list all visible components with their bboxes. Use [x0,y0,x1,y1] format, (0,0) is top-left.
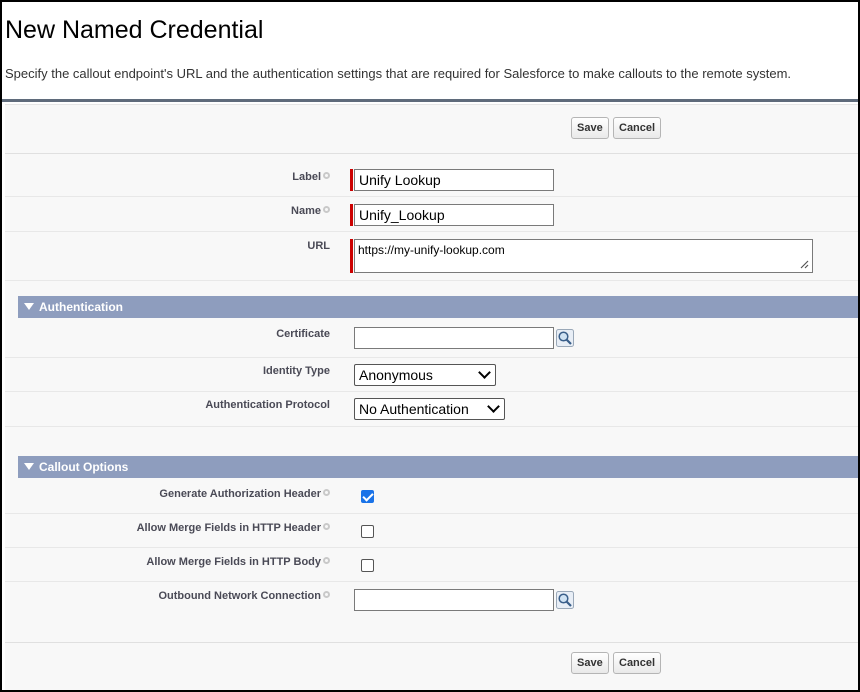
identity-type-value: Anonymous [359,367,433,383]
label-row: Label [5,161,858,197]
merge-header-row: Allow Merge Fields in HTTP Header [5,514,858,548]
name-field-label-text: Name [291,205,321,217]
url-field-label: URL [307,240,330,252]
lookup-magnifier-icon[interactable] [556,329,574,347]
merge-header-label: Allow Merge Fields in HTTP Header [137,522,330,534]
name-row: Name [5,197,858,232]
header-divider [2,99,858,102]
merge-header-label-text: Allow Merge Fields in HTTP Header [136,522,321,534]
callout-options-section-title: Callout Options [39,460,129,474]
outbound-input[interactable] [354,589,554,611]
label-field-label: Label [292,171,330,183]
auth-protocol-value: No Authentication [359,401,469,417]
gen-auth-header-checkbox[interactable] [361,490,374,503]
cancel-button-top[interactable]: Cancel [613,117,662,139]
save-button-bottom[interactable]: Save [571,652,609,674]
authentication-section-title: Authentication [39,300,123,314]
gen-auth-header-row: Generate Authorization Header [5,479,858,514]
page-description: Specify the callout endpoint's URL and t… [5,66,792,81]
triangle-down-icon [24,463,34,470]
gen-auth-header-label: Generate Authorization Header [159,488,330,500]
merge-body-label: Allow Merge Fields in HTTP Body [146,556,330,568]
edit-panel: Save Cancel Label Name URL https://my-un… [5,104,858,690]
certificate-row: Certificate [5,319,858,358]
identity-type-row: Identity Type Anonymous [5,358,858,392]
triangle-down-icon [24,303,34,310]
identity-type-field-label: Identity Type [262,365,330,377]
url-value: https://my-unify-lookup.com [358,243,505,257]
merge-body-label-text: Allow Merge Fields in HTTP Body [146,556,321,568]
page-frame: New Named Credential Specify the callout… [0,0,860,692]
top-button-row: Save Cancel [5,105,858,154]
cancel-button-bottom[interactable]: Cancel [613,652,662,674]
lookup-magnifier-icon[interactable] [556,591,574,609]
help-icon[interactable] [323,591,330,598]
help-icon[interactable] [323,557,330,564]
help-icon[interactable] [323,523,330,530]
url-row: URL https://my-unify-lookup.com [5,232,858,281]
callout-options-section-header[interactable]: Callout Options [18,456,858,478]
auth-protocol-select[interactable]: No Authentication [354,398,505,420]
label-input[interactable] [354,169,554,191]
required-indicator [350,204,353,226]
help-icon[interactable] [323,489,330,496]
certificate-input[interactable] [354,327,554,349]
bottom-button-row: Save Cancel [5,642,858,690]
required-indicator [350,169,353,191]
name-input[interactable] [354,204,554,226]
name-field-label: Name [291,205,330,217]
help-icon[interactable] [323,206,330,213]
url-textarea[interactable]: https://my-unify-lookup.com [354,239,813,273]
resize-grip-icon[interactable] [800,260,809,269]
help-icon[interactable] [323,172,330,179]
merge-header-checkbox[interactable] [361,525,374,538]
merge-body-row: Allow Merge Fields in HTTP Body [5,548,858,582]
merge-body-checkbox[interactable] [361,559,374,572]
certificate-field-label: Certificate [276,328,330,340]
outbound-label: Outbound Network Connection [158,590,330,602]
outbound-label-text: Outbound Network Connection [158,590,321,602]
auth-protocol-row: Authentication Protocol No Authenticatio… [5,392,858,427]
identity-type-select[interactable]: Anonymous [354,364,496,386]
gen-auth-header-label-text: Generate Authorization Header [159,488,321,500]
outbound-row: Outbound Network Connection [5,582,858,622]
auth-protocol-field-label: Authentication Protocol [205,399,330,411]
label-field-label-text: Label [292,171,321,183]
chevron-down-icon [487,400,500,413]
save-button-top[interactable]: Save [571,117,609,139]
required-indicator [350,239,353,273]
authentication-section-header[interactable]: Authentication [18,296,858,318]
page-title: New Named Credential [5,16,264,44]
chevron-down-icon [478,366,491,379]
